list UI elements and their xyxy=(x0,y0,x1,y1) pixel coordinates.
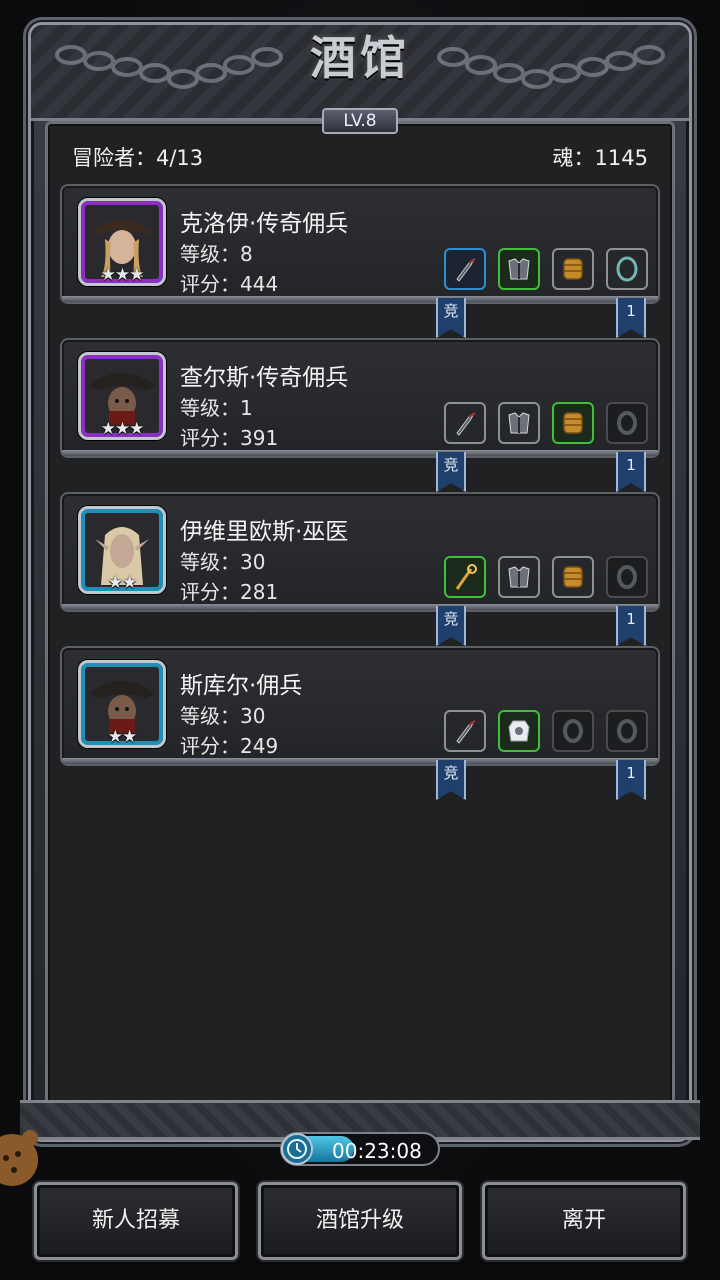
page-title: 酒馆 xyxy=(310,31,410,85)
hero-portrait[interactable]: ★★★ xyxy=(78,198,166,286)
equipment-slot[interactable] xyxy=(444,556,486,598)
hero-card[interactable]: ★★ 斯库尔·佣兵 等级：30 评分：249 竞 1 xyxy=(60,646,660,800)
star-rating: ★★★ xyxy=(100,419,145,439)
star-rating: ★★ xyxy=(107,727,137,747)
adventurer-count: 冒险者：4/13 xyxy=(72,146,204,170)
star-rating: ★★ xyxy=(107,573,137,593)
equipment-slot[interactable] xyxy=(552,402,594,444)
star-rating: ★★★ xyxy=(100,265,145,285)
chain-ornament-icon xyxy=(437,45,665,89)
hero-score: 评分：444 xyxy=(180,272,279,296)
clock-icon xyxy=(281,1133,313,1165)
equipment-slot[interactable] xyxy=(498,402,540,444)
equipment-slot[interactable] xyxy=(606,556,648,598)
equipment-slot[interactable] xyxy=(444,710,486,752)
leave-button[interactable]: 离开 xyxy=(482,1182,686,1260)
card-divider xyxy=(62,758,658,764)
hero-level: 等级：1 xyxy=(180,396,253,420)
equipment-slot[interactable] xyxy=(552,556,594,598)
timer-value: 00:23:08 xyxy=(332,1139,422,1163)
tavern-level-badge: LV.8 xyxy=(322,108,398,134)
equipment-slot[interactable] xyxy=(498,710,540,752)
card-divider xyxy=(62,450,658,456)
title-plate: 酒馆 LV.8 xyxy=(280,22,440,134)
equipment-slot[interactable] xyxy=(606,710,648,752)
upgrade-tavern-button[interactable]: 酒馆升级 xyxy=(258,1182,462,1260)
refresh-timer: 00:23:08 xyxy=(280,1132,440,1166)
chain-ornament-icon xyxy=(55,45,283,89)
hero-portrait[interactable]: ★★ xyxy=(78,506,166,594)
card-divider xyxy=(62,604,658,610)
hero-name: 克洛伊·传奇佣兵 xyxy=(180,211,349,237)
hero-score: 评分：281 xyxy=(180,580,279,604)
soul-count: 魂：1145 xyxy=(552,146,648,170)
hero-name: 斯库尔·佣兵 xyxy=(180,673,303,699)
hero-name: 伊维里欧斯·巫医 xyxy=(180,519,349,545)
equipment-slot[interactable] xyxy=(444,402,486,444)
recruit-button[interactable]: 新人招募 xyxy=(34,1182,238,1260)
equipment-slot[interactable] xyxy=(606,248,648,290)
equipment-slot[interactable] xyxy=(552,710,594,752)
hero-score: 评分：391 xyxy=(180,426,279,450)
hero-score: 评分：249 xyxy=(180,734,279,758)
hero-portrait[interactable]: ★★★ xyxy=(78,352,166,440)
equipment-slot[interactable] xyxy=(606,402,648,444)
hero-level: 等级：30 xyxy=(180,550,266,574)
card-divider xyxy=(62,296,658,302)
equipment-slot[interactable] xyxy=(498,556,540,598)
equipment-slot[interactable] xyxy=(552,248,594,290)
hero-name: 查尔斯·传奇佣兵 xyxy=(180,365,349,391)
hero-level: 等级：8 xyxy=(180,242,253,266)
hero-portrait[interactable]: ★★ xyxy=(78,660,166,748)
hero-card[interactable]: ★★★ 克洛伊·传奇佣兵 等级：8 评分：444 竞 1 xyxy=(60,184,660,338)
equipment-slot[interactable] xyxy=(444,248,486,290)
hero-card[interactable]: ★★★ 查尔斯·传奇佣兵 等级：1 评分：391 竞 1 xyxy=(60,338,660,492)
equipment-slot[interactable] xyxy=(498,248,540,290)
hero-level: 等级：30 xyxy=(180,704,266,728)
hero-card[interactable]: ★★ 伊维里欧斯·巫医 等级：30 评分：281 竞 1 xyxy=(60,492,660,646)
